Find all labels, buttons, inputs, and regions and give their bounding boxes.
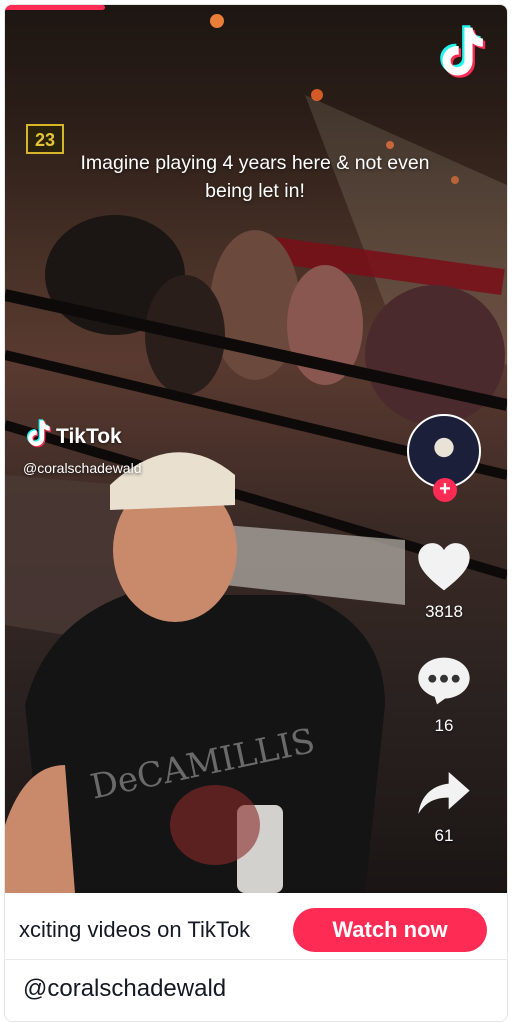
promo-fade <box>245 911 297 947</box>
comment-bubble-icon[interactable] <box>416 655 472 707</box>
watermark-username: @coralschadewald <box>23 460 142 476</box>
video-caption: Imagine playing 4 years here & not even … <box>80 152 430 202</box>
share-count: 61 <box>434 826 454 845</box>
heart-icon[interactable] <box>416 541 472 593</box>
tiktok-embed-card: 23 DeCAMILLIS Imagine playing 4 years he… <box>4 4 508 1022</box>
share-arrow-icon[interactable] <box>416 769 472 817</box>
author-handle-link[interactable]: @coralschadewald <box>23 975 226 1003</box>
video-watermark: TikTok @coralschadewald <box>23 418 142 476</box>
svg-text:23: 23 <box>35 130 55 150</box>
video-progress-bar[interactable] <box>5 5 106 10</box>
like-count: 3818 <box>425 602 463 621</box>
comment-count: 16 <box>434 716 454 735</box>
share-action[interactable]: 61 <box>409 769 479 846</box>
like-action[interactable]: 3818 <box>409 541 479 622</box>
watermark-brand: TikTok <box>56 424 122 448</box>
watch-now-button[interactable]: Watch now <box>293 908 487 952</box>
tiktok-logo-icon <box>433 23 489 83</box>
video-player[interactable]: 23 DeCAMILLIS Imagine playing 4 years he… <box>5 5 507 893</box>
comment-action[interactable]: 16 <box>409 655 479 736</box>
avatar[interactable] <box>407 414 481 488</box>
plus-icon[interactable]: + <box>433 478 457 502</box>
download-promo-bar: xciting videos on TikTok Watch now <box>5 893 507 960</box>
tiktok-note-icon <box>23 418 53 455</box>
